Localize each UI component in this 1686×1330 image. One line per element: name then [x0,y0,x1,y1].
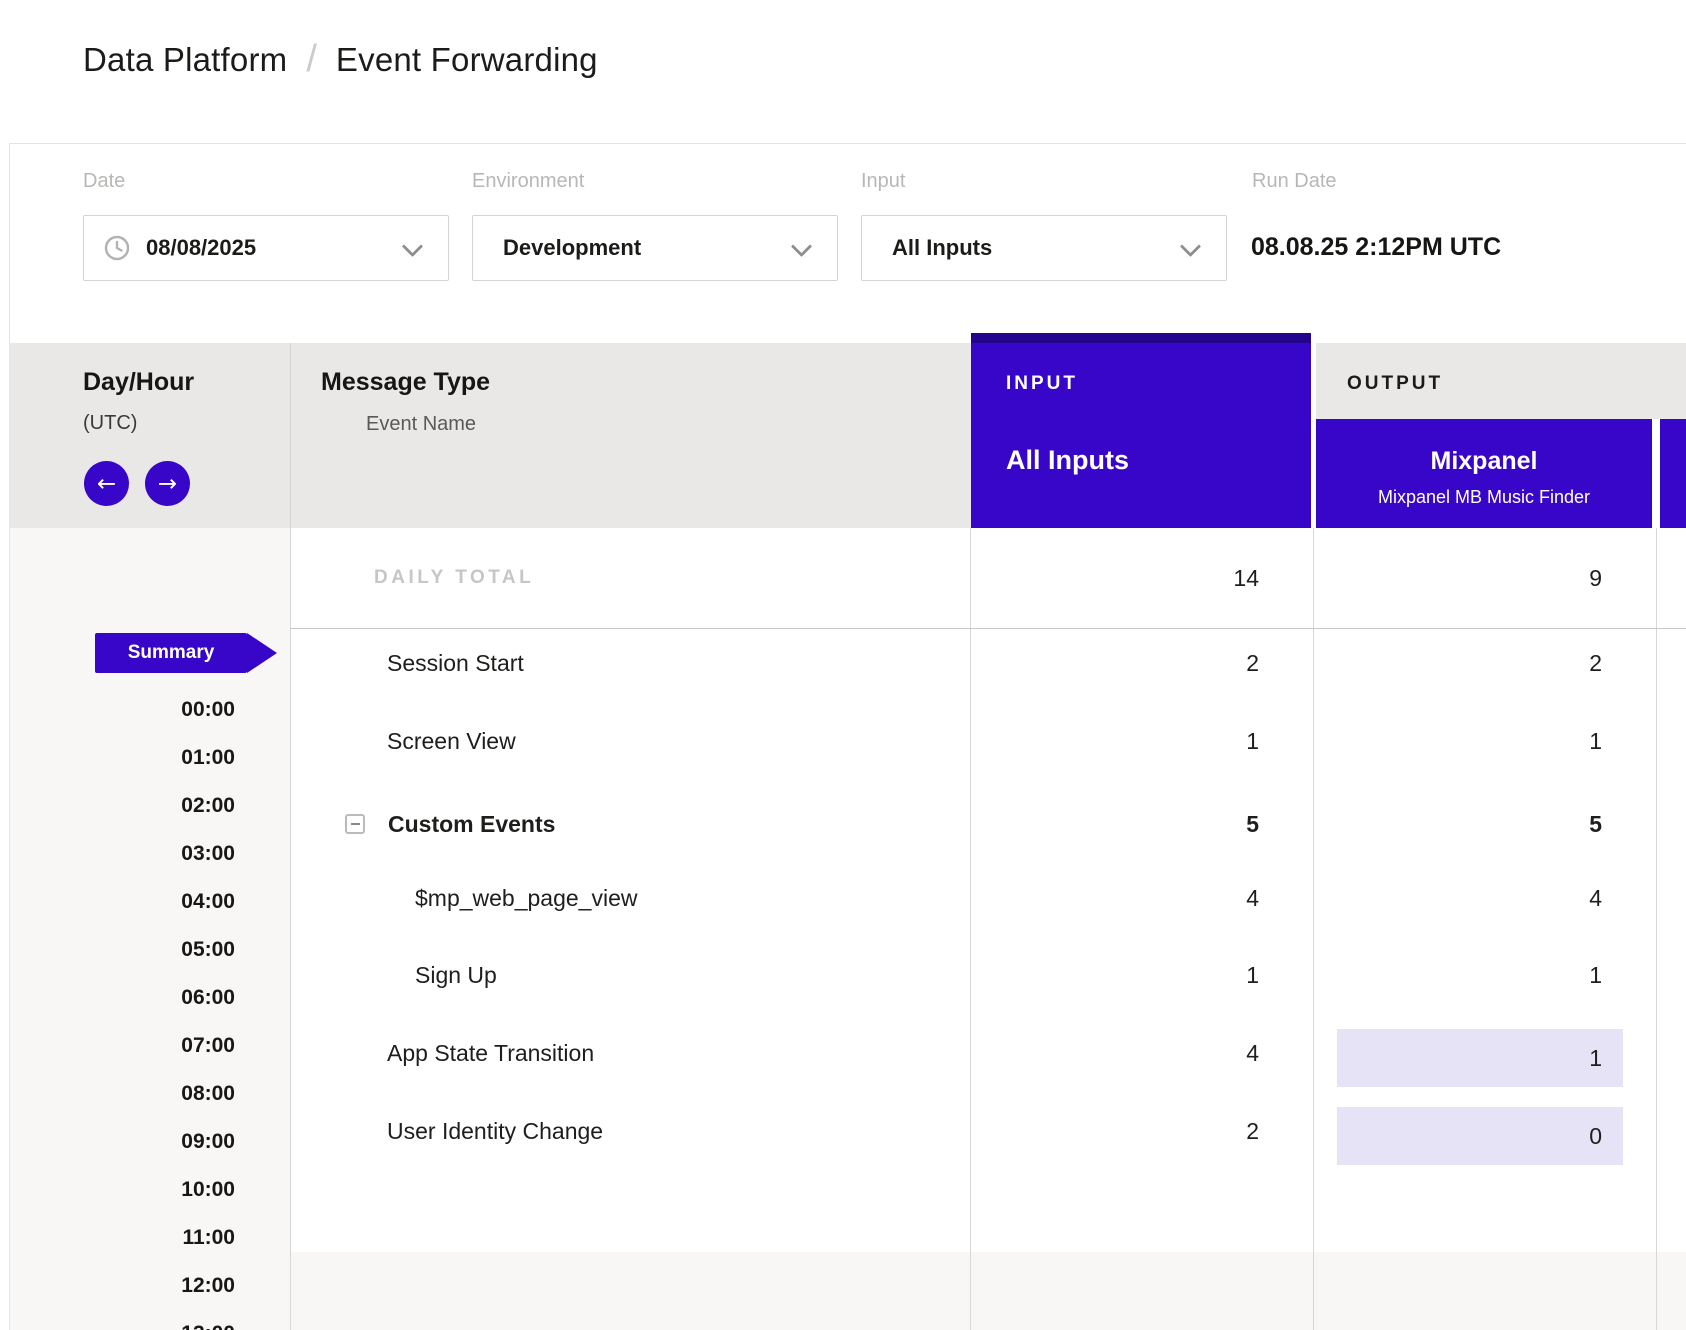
output-count-daily-total: 9 [1316,563,1602,593]
output-section-label: OUTPUT [1347,373,1443,395]
row-label-mp-web-page-view: $mp_web_page_view [415,883,638,913]
hour-label-02-00[interactable]: 02:00 [181,793,235,819]
column-border [1656,528,1657,1330]
summary-row-badge[interactable]: Summary [95,633,247,673]
output-count-sign-up: 1 [1316,960,1602,990]
output-count-screen-view: 1 [1316,726,1602,756]
output-count-user-identity-change: 0 [1337,1107,1623,1165]
output-count-app-state-transition: 1 [1337,1029,1623,1087]
output-count-custom-events: 5 [1316,809,1602,839]
hour-label-12-00[interactable]: 12:00 [181,1273,235,1299]
hour-label-07-00[interactable]: 07:00 [181,1033,235,1059]
input-filter-label: Input [861,169,905,193]
hour-label-08-00[interactable]: 08:00 [181,1081,235,1107]
input-column-header[interactable]: INPUT All Inputs [971,333,1311,528]
hour-label-06-00[interactable]: 06:00 [181,985,235,1011]
row-label-daily-total: DAILY TOTAL [374,566,534,590]
message-type-column-title: Message Type [321,367,490,397]
output-column-subtitle: Mixpanel MB Music Finder [1316,486,1652,508]
input-column-title: All Inputs [1006,445,1129,476]
clock-icon [103,234,131,262]
hour-label-04-00[interactable]: 04:00 [181,889,235,915]
output-column-header-partial[interactable] [1660,419,1686,528]
summary-badge-pointer-icon [247,633,277,673]
row-label-app-state-transition: App State Transition [387,1038,594,1068]
daily-total-row-border [290,628,1686,629]
input-dropdown-value: All Inputs [892,216,992,280]
input-count-user-identity-change: 2 [971,1116,1259,1146]
breadcrumb-section-data-platform[interactable]: Data Platform [83,41,287,79]
output-column-title: Mixpanel [1316,446,1652,476]
row-label-screen-view: Screen View [387,726,516,756]
output-count-session-start: 2 [1316,648,1602,678]
input-count-mp-web-page-view: 4 [971,883,1259,913]
breadcrumb-separator: / [306,38,317,81]
breadcrumb: Data Platform / Event Forwarding [83,38,598,81]
day-hour-column-subtitle: (UTC) [83,411,137,435]
chevron-down-icon [1180,236,1201,257]
row-label-user-identity-change: User Identity Change [387,1116,603,1146]
hour-label-01-00[interactable]: 01:00 [181,745,235,771]
event-forwarding-page: Data Platform / Event Forwarding Date En… [0,0,1686,1330]
column-border [290,343,291,528]
column-gap [1652,419,1660,528]
output-highlight-cell-app-state-transition[interactable]: 1 [1337,1029,1623,1087]
input-dropdown[interactable]: All Inputs [861,215,1227,281]
collapse-icon[interactable] [345,814,365,834]
output-count-mp-web-page-view: 4 [1316,883,1602,913]
date-filter-label: Date [83,169,125,193]
table-footer-area [290,1252,1686,1330]
input-count-custom-events: 5 [971,809,1259,839]
row-label-session-start: Session Start [387,648,524,678]
chevron-down-icon [791,236,812,257]
hour-label-03-00[interactable]: 03:00 [181,841,235,867]
row-label-custom-events: Custom Events [388,809,555,839]
header-divider [10,143,1686,144]
day-hour-column-title: Day/Hour [83,367,194,397]
column-border [290,528,291,1330]
hour-label-10-00[interactable]: 10:00 [181,1177,235,1203]
input-column-selected-strip [971,333,1311,343]
input-count-sign-up: 1 [971,960,1259,990]
environment-dropdown-value: Development [503,216,641,280]
input-count-app-state-transition: 4 [971,1038,1259,1068]
environment-dropdown[interactable]: Development [472,215,838,281]
run-date-label: Run Date [1252,169,1337,193]
input-section-label: INPUT [1006,373,1078,395]
message-type-column-subtitle: Event Name [366,412,476,436]
hour-label-11-00[interactable]: 11:00 [182,1225,235,1251]
arrow-left-icon: ← [97,471,116,497]
hour-label-13-00[interactable]: 13:00 [181,1321,235,1330]
previous-day-button[interactable]: ← [84,461,129,506]
column-border [1313,528,1314,1330]
environment-filter-label: Environment [472,169,584,193]
breadcrumb-current-event-forwarding: Event Forwarding [336,41,598,79]
row-label-sign-up: Sign Up [415,960,497,990]
next-day-button[interactable]: → [145,461,190,506]
input-count-session-start: 2 [971,648,1259,678]
output-highlight-cell-user-identity-change[interactable]: 0 [1337,1107,1623,1165]
hour-label-00-00[interactable]: 00:00 [181,697,235,723]
chevron-down-icon [402,236,423,257]
input-count-daily-total: 14 [971,563,1259,593]
arrow-right-icon: → [158,471,177,497]
input-count-screen-view: 1 [971,726,1259,756]
hour-label-09-00[interactable]: 09:00 [181,1129,235,1155]
hour-label-05-00[interactable]: 05:00 [181,937,235,963]
run-date-value: 08.08.25 2:12PM UTC [1251,233,1501,262]
date-dropdown[interactable]: 08/08/2025 [83,215,449,281]
date-dropdown-value: 08/08/2025 [146,216,256,280]
output-column-header-mixpanel[interactable]: Mixpanel Mixpanel MB Music Finder [1316,419,1652,528]
